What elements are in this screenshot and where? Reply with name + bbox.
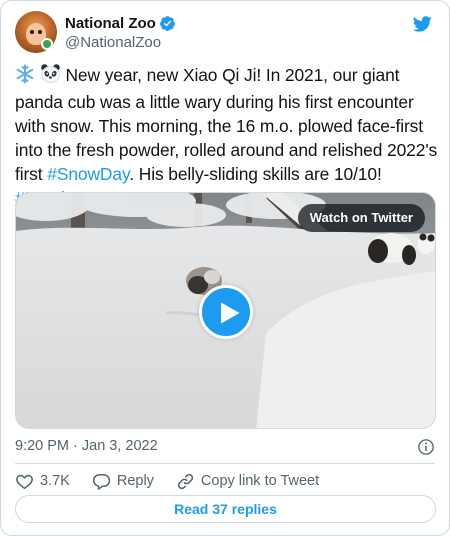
play-icon bbox=[221, 302, 240, 324]
watch-on-twitter-button[interactable]: Watch on Twitter bbox=[297, 204, 425, 232]
info-icon[interactable] bbox=[417, 438, 435, 456]
avatar-eye bbox=[38, 30, 42, 34]
play-button[interactable] bbox=[199, 285, 253, 339]
reply-label: Reply bbox=[116, 473, 154, 489]
tweet-text: New year, new Xiao Qi Ji! In 2021, our g… bbox=[15, 63, 439, 210]
avatar-badge bbox=[41, 38, 53, 50]
tweet-card: National Zoo @NationalZoo New year, new … bbox=[0, 0, 450, 536]
author-display-name-text: National Zoo bbox=[65, 15, 156, 32]
heart-icon bbox=[16, 474, 33, 489]
divider bbox=[15, 463, 435, 464]
copy-link-button[interactable]: Copy link to Tweet bbox=[176, 472, 319, 491]
tweet-timestamp[interactable]: 9:20 PM · Jan 3, 2022 bbox=[15, 438, 158, 454]
read-replies-button[interactable]: Read 37 replies bbox=[15, 495, 436, 523]
reply-icon bbox=[92, 473, 111, 490]
like-button[interactable]: 3.7K bbox=[15, 472, 70, 491]
video-player[interactable]: Watch on Twitter bbox=[15, 192, 436, 429]
action-bar: 3.7K Reply Copy link to Tweet bbox=[15, 471, 341, 491]
twitter-bird-icon[interactable] bbox=[411, 14, 433, 34]
avatar-eye bbox=[30, 30, 34, 34]
avatar[interactable] bbox=[15, 11, 57, 53]
snowflake-icon bbox=[15, 64, 35, 90]
copy-link-label: Copy link to Tweet bbox=[200, 473, 320, 489]
panda-icon bbox=[40, 63, 61, 90]
tweet-text-part-2: . His belly-sliding skills are 10/10! bbox=[129, 164, 382, 184]
hashtag-snowday[interactable]: #SnowDay bbox=[47, 164, 129, 184]
reply-button[interactable]: Reply bbox=[92, 472, 154, 491]
verified-badge-icon bbox=[159, 16, 175, 31]
tweet-header: National Zoo @NationalZoo bbox=[15, 11, 435, 55]
like-count: 3.7K bbox=[40, 473, 70, 489]
author-display-name[interactable]: National Zoo bbox=[65, 14, 176, 33]
author-names: National Zoo @NationalZoo bbox=[65, 14, 176, 52]
author-handle[interactable]: @NationalZoo bbox=[65, 33, 176, 52]
link-icon bbox=[177, 473, 194, 489]
